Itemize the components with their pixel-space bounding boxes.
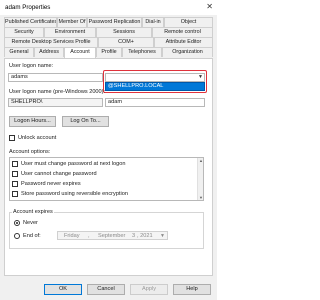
- tab-sessions[interactable]: Sessions: [96, 27, 152, 37]
- never-label: Never: [23, 219, 38, 226]
- option-checkbox[interactable]: [12, 171, 18, 177]
- scroll-up-icon[interactable]: ▲: [199, 158, 203, 163]
- date-weekday: Friday: [64, 232, 80, 239]
- account-options-label: Account options:: [9, 149, 51, 155]
- logon-name-input[interactable]: adams: [8, 73, 103, 82]
- option-label: Password never expires: [21, 180, 81, 187]
- tab-attribute-editor[interactable]: Attribute Editor: [154, 37, 213, 47]
- date-year: , 2021: [137, 232, 153, 239]
- logon-name-label: User logon name:: [9, 63, 54, 69]
- tab-remote-control[interactable]: Remote control: [152, 27, 213, 37]
- scroll-down-icon[interactable]: ▼: [199, 195, 203, 200]
- tab-row-4: General Address Account Profile Telephon…: [4, 47, 213, 58]
- option-checkbox[interactable]: [12, 181, 18, 187]
- tab-organization[interactable]: Organization: [162, 47, 213, 57]
- date-day: 3: [132, 232, 136, 239]
- calendar-dropdown-icon: ▼: [160, 232, 165, 239]
- cancel-button[interactable]: Cancel: [87, 284, 125, 295]
- option-label: Store password using reversible encrypti…: [21, 190, 128, 197]
- tab-security[interactable]: Security: [4, 27, 44, 37]
- option-checkbox[interactable]: [12, 161, 18, 167]
- window-title: adam Properties: [5, 4, 51, 11]
- title-bar: adam Properties ✕: [0, 0, 217, 15]
- pre2000-label: User logon name (pre-Windows 2000):: [9, 89, 106, 95]
- tab-published-certificates[interactable]: Published Certificates: [4, 17, 57, 27]
- option-label: User cannot change password: [21, 170, 97, 177]
- tab-environment[interactable]: Environment: [44, 27, 96, 37]
- tab-address[interactable]: Address: [34, 47, 64, 57]
- tab-row-1: Published Certificates Member Of Passwor…: [4, 17, 213, 27]
- account-expires-label: Account expires: [12, 209, 54, 215]
- domain-field: SHELLPRO\: [8, 98, 103, 107]
- unlock-account-checkbox[interactable]: [9, 135, 15, 141]
- properties-dialog: Published Certificates Member Of Passwor…: [0, 15, 217, 300]
- tab-remote-desktop-services-profile[interactable]: Remote Desktop Services Profile: [4, 37, 98, 47]
- tab-row-3: Remote Desktop Services Profile COM+ Att…: [4, 37, 213, 47]
- logon-hours-button[interactable]: Logon Hours...: [9, 116, 56, 127]
- log-on-to-button[interactable]: Log On To...: [62, 116, 109, 127]
- option-label: User must change password at next logon: [21, 160, 126, 167]
- tab-object[interactable]: Object: [164, 17, 213, 27]
- tab-password-replication[interactable]: Password Replication: [87, 17, 142, 27]
- tab-com-plus[interactable]: COM+: [98, 37, 154, 47]
- tab-row-2: Security Environment Sessions Remote con…: [4, 27, 213, 37]
- unlock-account-label: Unlock account: [18, 134, 57, 141]
- options-scrollbar[interactable]: ▲ ▼: [197, 158, 203, 200]
- close-icon[interactable]: ✕: [206, 2, 213, 12]
- end-of-label: End of:: [23, 232, 41, 239]
- option-checkbox[interactable]: [12, 191, 18, 197]
- help-button[interactable]: Help: [173, 284, 211, 295]
- apply-button[interactable]: Apply: [130, 284, 168, 295]
- tab-telephones[interactable]: Telephones: [122, 47, 162, 57]
- pre2000-logon-input[interactable]: adam: [105, 98, 205, 107]
- ok-button[interactable]: OK: [44, 284, 82, 295]
- radio-selected-dot: [16, 222, 19, 225]
- tab-member-of[interactable]: Member Of: [57, 17, 87, 27]
- tab-account[interactable]: Account: [64, 47, 96, 58]
- tab-profile[interactable]: Profile: [96, 47, 122, 57]
- expiry-date-picker: Friday , September 3 , 2021 ▼: [57, 231, 168, 240]
- tab-dial-in[interactable]: Dial-in: [142, 17, 164, 27]
- date-separator: ,: [88, 232, 90, 239]
- never-radio[interactable]: [14, 220, 20, 226]
- account-options-list[interactable]: User must change password at next logon …: [9, 157, 204, 201]
- end-of-radio[interactable]: [14, 233, 20, 239]
- date-month: September: [98, 232, 126, 239]
- tab-general[interactable]: General: [4, 47, 34, 57]
- annotation-highlight-box: [103, 70, 207, 93]
